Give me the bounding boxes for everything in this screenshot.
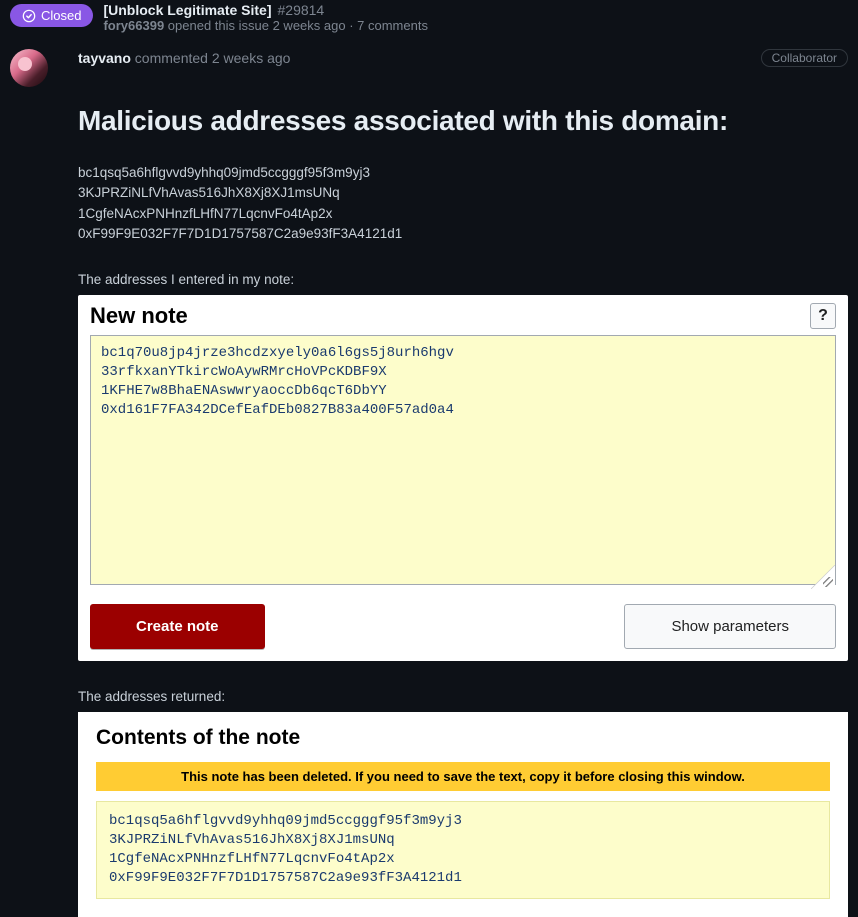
comment-time: commented 2 weeks ago bbox=[131, 50, 291, 66]
create-note-button[interactable]: Create note bbox=[90, 604, 265, 649]
avatar[interactable] bbox=[10, 49, 48, 87]
contents-title: Contents of the note bbox=[96, 726, 830, 750]
collaborator-badge: Collaborator bbox=[761, 49, 848, 67]
issue-header: Closed [Unblock Legitimate Site] #29814 … bbox=[0, 0, 858, 41]
status-badge: Closed bbox=[10, 4, 93, 27]
new-note-title: New note bbox=[90, 303, 188, 329]
address-line: 1CgfeNAcxPNHnzfLHfN77LqcnvFo4tAp2x bbox=[78, 204, 848, 224]
address-list: bc1qsq5a6hflgvvd9yhhq09jmd5ccgggf95f3m9y… bbox=[78, 163, 848, 244]
contents-panel: Contents of the note This note has been … bbox=[78, 712, 848, 917]
new-note-panel: New note ? Create note Show parameters bbox=[78, 295, 848, 661]
comment-author[interactable]: tayvano bbox=[78, 50, 131, 66]
contents-text: bc1qsq5a6hflgvvd9yhhq09jmd5ccgggf95f3m9y… bbox=[96, 801, 830, 899]
closed-icon bbox=[22, 9, 36, 23]
entered-label: The addresses I entered in my note: bbox=[78, 272, 848, 287]
note-textarea[interactable] bbox=[90, 335, 836, 585]
section-heading: Malicious addresses associated with this… bbox=[78, 105, 848, 137]
show-parameters-button[interactable]: Show parameters bbox=[624, 604, 836, 649]
help-button[interactable]: ? bbox=[810, 303, 836, 329]
issue-opened-text: opened this issue 2 weeks ago · 7 commen… bbox=[164, 18, 428, 33]
returned-label: The addresses returned: bbox=[78, 689, 848, 704]
address-line: bc1qsq5a6hflgvvd9yhhq09jmd5ccgggf95f3m9y… bbox=[78, 163, 848, 183]
address-line: 3KJPRZiNLfVhAvas516JhX8Xj8XJ1msUNq bbox=[78, 183, 848, 203]
deleted-banner: This note has been deleted. If you need … bbox=[96, 762, 830, 791]
comment-header: tayvano commented 2 weeks ago Collaborat… bbox=[78, 41, 848, 75]
issue-number: #29814 bbox=[278, 2, 325, 18]
issue-author[interactable]: fory66399 bbox=[103, 18, 164, 33]
address-line: 0xF99F9E032F7F7D1D1757587C2a9e93fF3A4121… bbox=[78, 224, 848, 244]
issue-subline: fory66399 opened this issue 2 weeks ago … bbox=[103, 18, 848, 33]
status-text: Closed bbox=[41, 8, 81, 23]
issue-title[interactable]: [Unblock Legitimate Site] bbox=[103, 2, 271, 18]
